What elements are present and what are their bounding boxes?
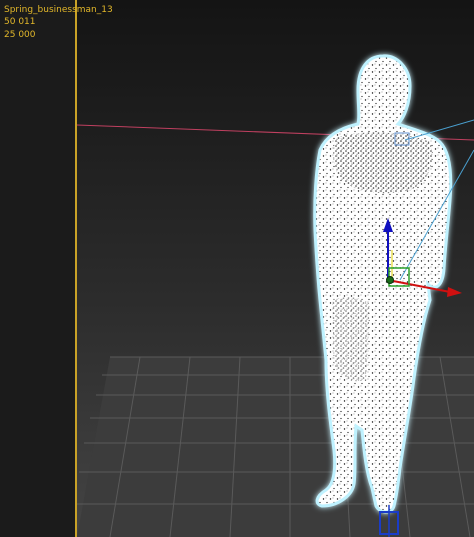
gizmo-x-arrow — [447, 287, 462, 297]
pivot-icon — [386, 276, 394, 284]
scene-canvas — [76, 54, 474, 537]
viewport-3d[interactable]: Spring_businessman_13 50 011 25 000 — [0, 0, 474, 537]
